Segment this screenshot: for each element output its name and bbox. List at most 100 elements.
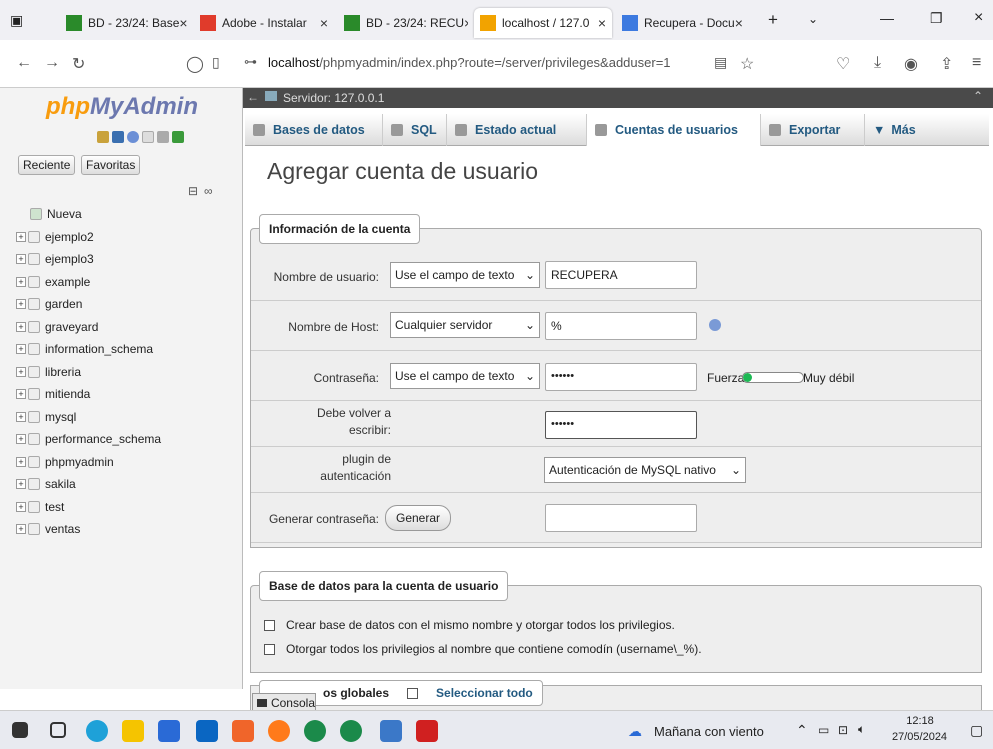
mail-icon[interactable]: [196, 720, 218, 742]
reader-icon[interactable]: ▤: [714, 54, 727, 71]
database-item[interactable]: + sakila: [16, 473, 161, 496]
browser-tab-2[interactable]: Adobe - Instalar ×: [194, 8, 334, 38]
tab-sql[interactable]: SQL: [383, 114, 447, 146]
expand-icon[interactable]: +: [16, 231, 26, 242]
tab-user-accounts[interactable]: Cuentas de usuarios: [587, 114, 761, 146]
database-item[interactable]: + ventas: [16, 518, 161, 541]
clock-date[interactable]: 27/05/2024: [892, 731, 947, 743]
favorites-button[interactable]: Favoritas: [81, 155, 141, 175]
tab-databases[interactable]: Bases de datos: [245, 114, 383, 146]
settings-icon[interactable]: [157, 131, 169, 143]
close-icon[interactable]: ×: [179, 15, 187, 31]
notifications-icon[interactable]: ▢: [970, 722, 983, 739]
close-icon[interactable]: ×: [464, 15, 468, 31]
store-icon[interactable]: [158, 720, 180, 742]
recent-button[interactable]: Reciente: [18, 155, 76, 175]
hs-app-icon[interactable]: [304, 720, 326, 742]
bookmark-star-icon[interactable]: ☆: [740, 54, 754, 74]
auth-plugin-select[interactable]: Autenticación de MySQL nativo ⌄: [544, 457, 746, 483]
expand-icon[interactable]: +: [16, 456, 26, 467]
acrobat-icon[interactable]: [416, 720, 438, 742]
database-item[interactable]: + garden: [16, 293, 161, 316]
app-icon[interactable]: [380, 720, 402, 742]
generated-password-input[interactable]: [545, 504, 697, 532]
phpmyadmin-logo[interactable]: phpMyAdmin: [46, 93, 198, 121]
hs-app-icon[interactable]: [340, 720, 362, 742]
home-icon[interactable]: [97, 131, 109, 143]
host-mode-select[interactable]: Cualquier servidor ⌄: [390, 312, 540, 338]
host-input[interactable]: %: [545, 312, 697, 340]
expand-icon[interactable]: +: [16, 524, 26, 535]
select-all-checkbox[interactable]: [407, 687, 419, 699]
expand-icon[interactable]: +: [16, 501, 26, 512]
password-mode-select[interactable]: Use el campo de texto ⌄: [390, 363, 540, 389]
shield-icon[interactable]: ◯: [186, 54, 204, 74]
username-input[interactable]: RECUPERA: [545, 261, 697, 289]
create-db-checkbox[interactable]: [264, 620, 275, 631]
reload-icon[interactable]: ↻: [72, 54, 85, 74]
browser-tab-4[interactable]: localhost / 127.0 ×: [474, 8, 612, 38]
link-icon[interactable]: ∞: [204, 184, 213, 198]
extensions-icon[interactable]: ⇪: [940, 54, 953, 74]
pocket-icon[interactable]: ♡: [836, 54, 850, 74]
username-mode-select[interactable]: Use el campo de texto ⌄: [390, 262, 540, 288]
database-item[interactable]: + mysql: [16, 406, 161, 429]
database-item[interactable]: + ejemplo2: [16, 226, 161, 249]
expand-icon[interactable]: +: [16, 411, 26, 422]
firefox-icon[interactable]: [268, 720, 290, 742]
browser-tab-3[interactable]: BD - 23/24: RECU×: [338, 8, 468, 38]
expand-icon[interactable]: +: [16, 366, 26, 377]
close-icon[interactable]: ×: [735, 15, 743, 31]
database-item[interactable]: + graveyard: [16, 316, 161, 339]
back-icon[interactable]: ←: [16, 54, 32, 72]
chevron-up-icon[interactable]: ⌃: [796, 722, 808, 739]
network-icon[interactable]: ⊡: [838, 723, 848, 737]
logout-icon[interactable]: [112, 131, 124, 143]
edge-icon[interactable]: [86, 720, 108, 742]
file-explorer-icon[interactable]: [122, 720, 144, 742]
database-item[interactable]: + example: [16, 271, 161, 294]
password-input[interactable]: ••••••: [545, 363, 697, 391]
task-view-icon[interactable]: [50, 722, 66, 738]
expand-icon[interactable]: +: [16, 389, 26, 400]
info-icon[interactable]: [709, 319, 721, 331]
close-icon[interactable]: ×: [320, 15, 328, 31]
close-window-icon[interactable]: ×: [974, 9, 983, 27]
expand-icon[interactable]: +: [16, 321, 26, 332]
database-item[interactable]: + test: [16, 496, 161, 519]
collapse-arrow-icon[interactable]: ←: [247, 90, 259, 104]
maximize-icon[interactable]: ❐: [930, 10, 943, 27]
close-icon[interactable]: ×: [598, 15, 606, 31]
tab-list-icon[interactable]: ▣: [10, 12, 23, 29]
expand-icon[interactable]: +: [16, 254, 26, 265]
office-icon[interactable]: [232, 720, 254, 742]
account-icon[interactable]: ◉: [904, 54, 918, 74]
weather-text[interactable]: Mañana con viento: [654, 724, 764, 739]
server-label[interactable]: Servidor: 127.0.0.1: [283, 91, 384, 105]
collapse-all-icon[interactable]: ⊟: [188, 184, 198, 198]
browser-tab-1[interactable]: BD - 23/24: Base ×: [60, 8, 190, 38]
database-item[interactable]: + mitienda: [16, 383, 161, 406]
battery-icon[interactable]: ▭: [818, 723, 829, 737]
database-item[interactable]: + information_schema: [16, 338, 161, 361]
expand-icon[interactable]: +: [16, 276, 26, 287]
new-database-item[interactable]: Nueva: [16, 203, 161, 226]
browser-tab-5[interactable]: Recupera - Docu ×: [616, 8, 746, 38]
database-item[interactable]: + libreria: [16, 361, 161, 384]
expand-icon[interactable]: +: [16, 434, 26, 445]
download-icon[interactable]: ⤓: [874, 54, 881, 72]
reload-icon[interactable]: [172, 131, 184, 143]
menu-icon[interactable]: ≡: [972, 54, 981, 72]
expand-icon[interactable]: +: [16, 479, 26, 490]
database-item[interactable]: + phpmyadmin: [16, 451, 161, 474]
select-all-link[interactable]: Seleccionar todo: [436, 686, 533, 700]
database-item[interactable]: + ejemplo3: [16, 248, 161, 271]
retype-password-input[interactable]: ••••••: [545, 411, 697, 439]
help-icon[interactable]: [127, 131, 139, 143]
scroll-top-icon[interactable]: ⌃: [973, 89, 983, 103]
tab-status[interactable]: Estado actual: [447, 114, 587, 146]
database-item[interactable]: + performance_schema: [16, 428, 161, 451]
expand-icon[interactable]: +: [16, 344, 26, 355]
url-field[interactable]: localhost/phpmyadmin/index.php?route=/se…: [268, 55, 671, 70]
forward-icon[interactable]: →: [44, 54, 60, 72]
